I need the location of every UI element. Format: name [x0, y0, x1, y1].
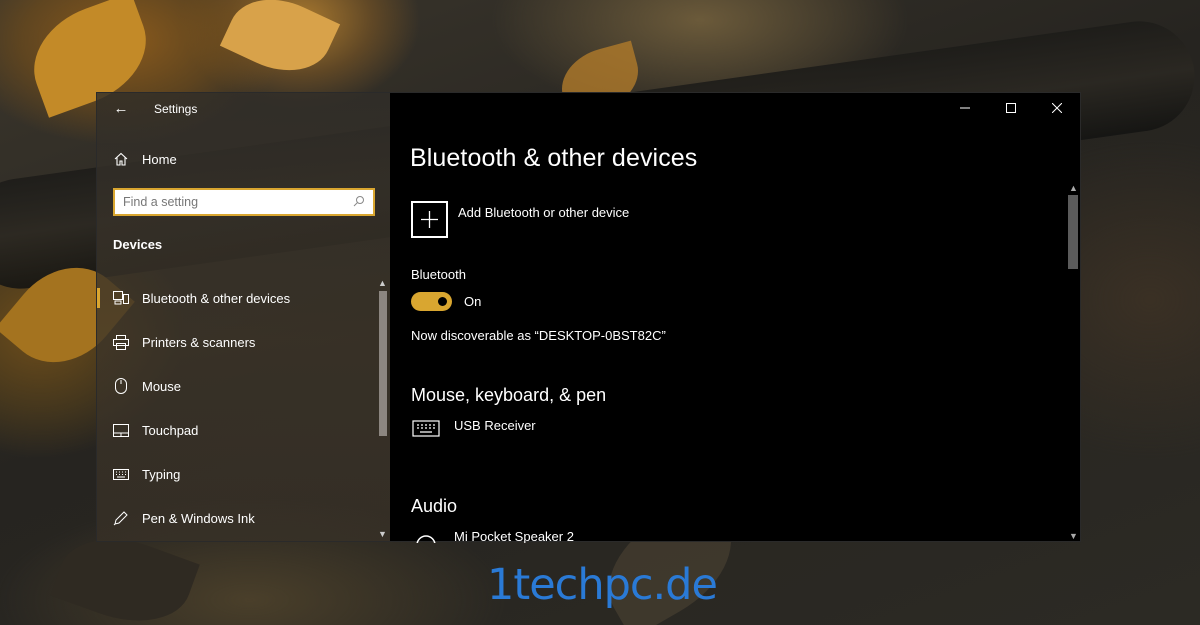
close-button[interactable] [1034, 93, 1080, 123]
sidebar-item-label: Pen & Windows Ink [142, 510, 255, 526]
window-controls [942, 93, 1080, 123]
section-title: Devices [113, 237, 163, 252]
content-scrollbar[interactable]: ▲ ▼ [1066, 181, 1080, 543]
headset-icon [411, 529, 441, 543]
search-icon [353, 195, 365, 210]
sidebar-nav: Bluetooth & other devices Printers & sca… [97, 276, 374, 540]
device-usb-receiver[interactable]: USB Receiver [411, 418, 536, 443]
touchpad-icon [113, 422, 129, 438]
scroll-up-icon[interactable]: ▲ [1069, 183, 1078, 193]
sidebar-item-label: Mouse [142, 378, 182, 394]
sidebar-item-label: Bluetooth & other devices [142, 290, 291, 306]
add-device-label: Add Bluetooth or other device [458, 205, 630, 220]
app-title: Settings [154, 102, 198, 116]
search-box[interactable] [113, 188, 375, 216]
sidebar-item-touchpad[interactable]: Touchpad [97, 408, 374, 452]
bluetooth-toggle-row: On [411, 292, 481, 311]
keyboard-icon [411, 418, 441, 443]
sidebar-item-printers[interactable]: Printers & scanners [97, 320, 374, 364]
sidebar-item-pen[interactable]: Pen & Windows Ink [97, 496, 374, 540]
section-heading-mouse-keyboard-pen: Mouse, keyboard, & pen [411, 385, 607, 405]
bluetooth-toggle[interactable] [411, 292, 452, 311]
content-pane: Bluetooth & other devices Add Bluetooth … [390, 93, 1080, 543]
sidebar-item-label: Touchpad [142, 422, 199, 438]
pen-icon [113, 510, 129, 526]
home-link[interactable]: Home [113, 151, 177, 167]
minimize-button[interactable] [942, 93, 988, 123]
scroll-down-icon[interactable]: ▼ [1069, 531, 1078, 541]
scrollbar-thumb[interactable] [1068, 195, 1078, 269]
sidebar-scrollbar[interactable]: ▲ ▼ [376, 276, 390, 541]
search-input[interactable] [123, 195, 353, 209]
device-name: USB Receiver [454, 418, 536, 433]
sidebar-item-typing[interactable]: Typing [97, 452, 374, 496]
watermark-text: 1techpc.de [487, 560, 718, 610]
sidebar: ← Settings Home Devices Bluetooth & othe… [97, 93, 390, 541]
add-device-button[interactable]: Add Bluetooth or other device [411, 201, 629, 238]
sidebar-item-mouse[interactable]: Mouse [97, 364, 374, 408]
toggle-state-label: On [464, 294, 482, 309]
scroll-up-icon[interactable]: ▲ [378, 278, 387, 288]
back-button[interactable]: ← [111, 99, 131, 119]
page-title: Bluetooth & other devices [410, 144, 698, 172]
home-icon [113, 151, 129, 167]
sidebar-item-label: Typing [142, 466, 181, 482]
scrollbar-thumb[interactable] [379, 291, 387, 436]
section-heading-audio: Audio [411, 496, 458, 516]
settings-window: ← Settings Home Devices Bluetooth & othe… [96, 92, 1081, 543]
bluetooth-label: Bluetooth [411, 267, 466, 282]
plus-icon [411, 201, 448, 238]
keyboard-icon [113, 466, 129, 482]
background-leaf [219, 0, 341, 88]
maximize-button[interactable] [988, 93, 1034, 123]
bluetooth-devices-icon [113, 290, 129, 306]
mouse-icon [113, 378, 129, 394]
home-label: Home [142, 151, 177, 167]
scroll-down-icon[interactable]: ▼ [378, 529, 387, 539]
device-mi-pocket-speaker[interactable]: Mi Pocket Speaker 2 [411, 529, 574, 543]
sidebar-item-bluetooth[interactable]: Bluetooth & other devices [97, 276, 374, 320]
sidebar-item-label: Printers & scanners [142, 334, 256, 350]
device-name: Mi Pocket Speaker 2 [454, 529, 574, 543]
discoverable-text: Now discoverable as “DESKTOP-0BST82C” [411, 328, 666, 343]
printer-icon [113, 334, 129, 350]
